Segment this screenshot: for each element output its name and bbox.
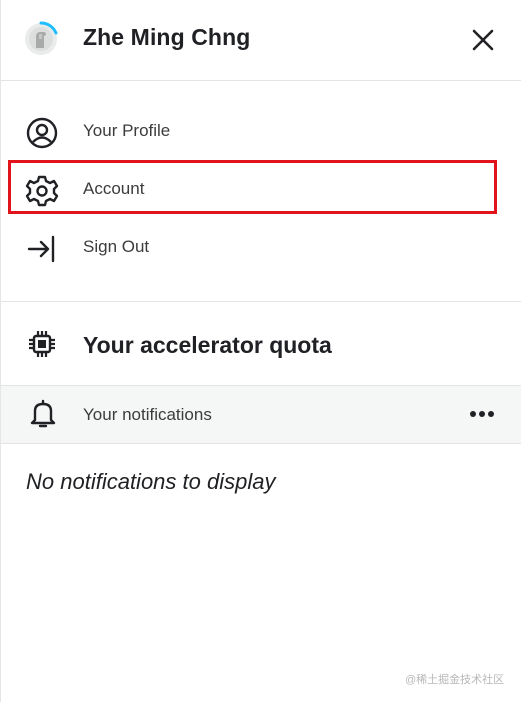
user-circle-icon	[25, 116, 59, 150]
panel-header: Zhe Ming Chng	[1, 0, 521, 81]
bell-icon	[29, 399, 57, 429]
menu-item-account[interactable]: Account	[1, 161, 521, 217]
gear-icon	[25, 174, 59, 208]
account-menu-panel: Zhe Ming Chng Your Profile Account Sign …	[0, 0, 521, 702]
user-name: Zhe Ming Chng	[83, 24, 251, 50]
notifications-label: Your notifications	[83, 405, 212, 424]
user-avatar-icon[interactable]	[23, 21, 59, 57]
sign-out-icon	[25, 232, 59, 266]
empty-notifications-message: No notifications to display	[26, 469, 276, 494]
more-horizontal-icon[interactable]	[463, 399, 501, 429]
accelerator-quota[interactable]: Your accelerator quota	[1, 302, 521, 385]
close-icon[interactable]	[467, 24, 499, 56]
menu-item-label: Your Profile	[83, 121, 171, 140]
menu-item-label: Sign Out	[83, 237, 150, 256]
chip-icon	[27, 329, 57, 359]
notifications-header: Your notifications	[1, 385, 521, 444]
watermark: @稀土掘金技术社区	[405, 674, 505, 686]
menu-item-sign-out[interactable]: Sign Out	[1, 219, 521, 275]
quota-label: Your accelerator quota	[83, 332, 332, 358]
menu-item-your-profile[interactable]: Your Profile	[1, 103, 521, 159]
menu-item-label: Account	[83, 179, 145, 198]
